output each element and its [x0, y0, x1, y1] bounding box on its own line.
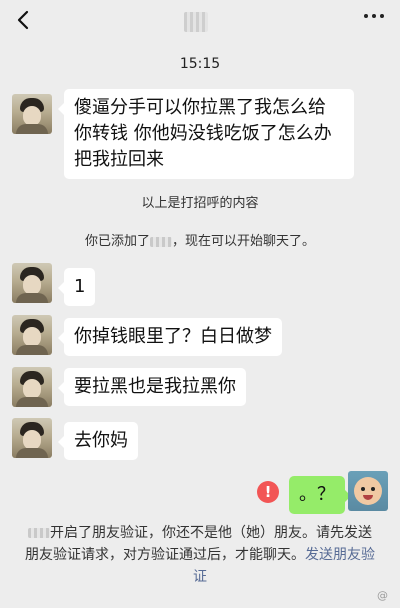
contact-avatar[interactable]	[12, 315, 52, 355]
friend-verification-notice: 开启了朋友验证，你还不是他（她）朋友。请先发送朋友验证请求，对方验证通过后，才能…	[25, 525, 375, 585]
friend-added-notice: 你已添加了 ，现在可以开始聊天了。	[84, 234, 316, 249]
message-bubble[interactable]: 去你妈	[58, 422, 138, 460]
message-bubble[interactable]: 要拉黑也是我拉黑你	[58, 368, 246, 406]
contact-avatar[interactable]	[12, 94, 52, 134]
message-timestamp: 15:15	[179, 56, 221, 72]
contact-name-redacted	[150, 236, 172, 247]
chat-header	[0, 0, 400, 44]
message-text: 傻逼分手可以你拉黑了我怎么给 你转钱 你他妈没钱吃饭了怎么办 把我拉回来	[74, 97, 332, 170]
message-bubble[interactable]: 你掉钱眼里了？白日做梦	[58, 318, 282, 356]
message-text: 去你妈	[74, 430, 128, 451]
message-text: 要拉黑也是我拉黑你	[74, 376, 236, 397]
greeting-note: 以上是打招呼的内容	[141, 196, 259, 211]
message-bubble[interactable]: 1	[57, 268, 96, 306]
back-chevron-icon[interactable]	[12, 8, 36, 32]
contact-avatar[interactable]	[12, 263, 52, 303]
contact-avatar[interactable]	[12, 418, 52, 458]
contact-name-redacted	[184, 12, 208, 32]
send-failed-icon[interactable]: !	[257, 481, 279, 503]
watermark: @	[377, 589, 388, 602]
my-avatar[interactable]	[348, 471, 388, 511]
message-text: 你掉钱眼里了？白日做梦	[74, 326, 272, 347]
message-bubble[interactable]: 傻逼分手可以你拉黑了我怎么给 你转钱 你他妈没钱吃饭了怎么办 把我拉回来	[58, 89, 354, 179]
message-text: 。？	[299, 484, 335, 505]
contact-avatar[interactable]	[12, 367, 52, 407]
my-message-bubble[interactable]: 。？	[289, 476, 351, 514]
contact-name-redacted	[28, 528, 50, 538]
message-text: 1	[74, 276, 86, 297]
more-options-icon[interactable]	[364, 14, 384, 18]
